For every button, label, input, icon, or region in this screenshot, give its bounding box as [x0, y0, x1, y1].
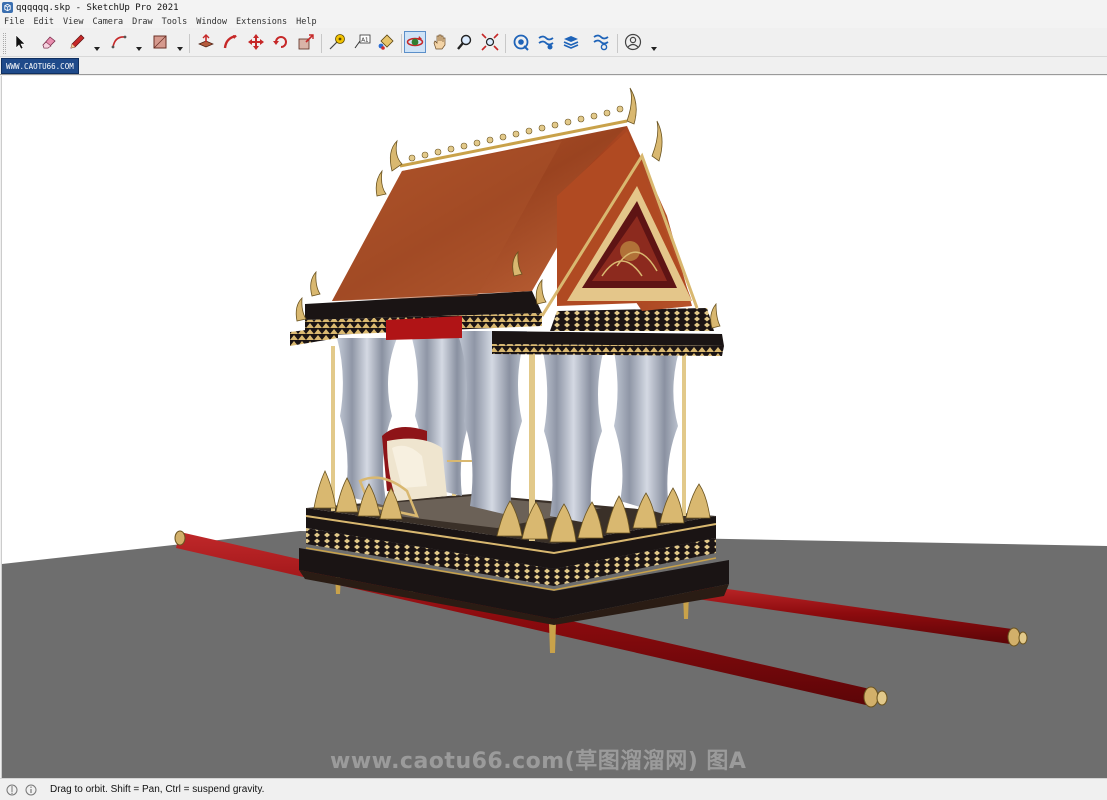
- palanquin-model-render: [2, 87, 1107, 778]
- account-button[interactable]: [622, 31, 644, 53]
- layout-stack-icon: [563, 36, 579, 49]
- window-title: qqqqqq.skp - SketchUp Pro 2021: [16, 2, 179, 13]
- arc-icon: [111, 35, 127, 49]
- info-icon[interactable]: [24, 783, 38, 797]
- tape-measure-tool-button[interactable]: [326, 31, 348, 53]
- push-pull-tool-button[interactable]: [195, 31, 217, 53]
- account-dropdown-chevron-icon[interactable]: [650, 38, 658, 51]
- text-icon: A1: [354, 34, 371, 49]
- pan-hand-icon: [433, 34, 446, 50]
- zoom-extents-tool-button[interactable]: [479, 31, 501, 53]
- text-tool-button[interactable]: A1: [351, 31, 373, 53]
- toolbar-grip[interactable]: [3, 33, 6, 54]
- zoom-tool-button[interactable]: [454, 31, 476, 53]
- arc-dropdown-chevron-icon[interactable]: [135, 38, 143, 51]
- line-dropdown-chevron-icon[interactable]: [93, 38, 101, 51]
- menu-help[interactable]: Help: [296, 17, 316, 27]
- pan-tool-button[interactable]: [429, 31, 451, 53]
- eraser-tool-button[interactable]: [38, 31, 60, 53]
- move-icon: [248, 34, 264, 50]
- line-tool-button[interactable]: [66, 31, 88, 53]
- menu-draw[interactable]: Draw: [132, 17, 152, 27]
- follow-me-icon: [223, 34, 237, 49]
- extension-warehouse-icon: [538, 35, 554, 50]
- status-bar: Drag to orbit. Shift = Pan, Ctrl = suspe…: [0, 778, 1107, 800]
- toolbar-separator: [189, 34, 190, 53]
- main-toolbar: A1: [0, 29, 1107, 58]
- select-tool-button[interactable]: [9, 31, 31, 53]
- title-bar: qqqqqq.skp - SketchUp Pro 2021: [0, 0, 1107, 15]
- toolbar-separator: [401, 34, 402, 53]
- follow-me-tool-button[interactable]: [220, 31, 242, 53]
- pencil-icon: [70, 34, 85, 49]
- paint-bucket-icon: [378, 34, 394, 50]
- move-tool-button[interactable]: [245, 31, 267, 53]
- menu-edit[interactable]: Edit: [33, 17, 53, 27]
- menu-camera[interactable]: Camera: [92, 17, 123, 27]
- zoom-icon: [457, 34, 472, 50]
- paint-bucket-tool-button[interactable]: [375, 31, 397, 53]
- sketchup-window: qqqqqq.skp - SketchUp Pro 2021 File Edit…: [0, 0, 1107, 800]
- status-message: Drag to orbit. Shift = Pan, Ctrl = suspe…: [50, 784, 265, 795]
- drawing-viewport[interactable]: www.caotu66.com(草图溜溜网) 图A: [1, 76, 1107, 778]
- svg-text:A1: A1: [361, 38, 368, 44]
- layout-send-button[interactable]: [560, 31, 582, 53]
- user-account-icon: [624, 33, 642, 51]
- arc-tool-button[interactable]: [108, 31, 130, 53]
- scene-tabs: WWW.CAOTU66.COM: [0, 58, 1107, 75]
- toolbar-separator: [505, 34, 506, 53]
- scene-tab[interactable]: WWW.CAOTU66.COM: [1, 58, 79, 74]
- warehouse-icon: [513, 34, 529, 51]
- orbit-tool-button[interactable]: [404, 31, 426, 53]
- watermark-text: www.caotu66.com(草图溜溜网) 图A: [330, 749, 747, 774]
- scale-icon: [298, 34, 314, 50]
- menu-bar: File Edit View Camera Draw Tools Window …: [0, 15, 1107, 28]
- rectangle-tool-button[interactable]: [149, 31, 171, 53]
- rotate-icon: [273, 36, 287, 48]
- zoom-extents-icon: [481, 33, 499, 51]
- rotate-tool-button[interactable]: [270, 31, 292, 53]
- 3d-warehouse-button[interactable]: [510, 31, 532, 53]
- menu-file[interactable]: File: [4, 17, 24, 27]
- rectangle-dropdown-chevron-icon[interactable]: [176, 38, 184, 51]
- arrow-cursor-icon: [15, 34, 26, 50]
- sketchup-logo-icon: [2, 2, 13, 13]
- toolbar-separator: [321, 34, 322, 53]
- geo-location-icon[interactable]: [5, 783, 19, 797]
- toolbar-separator: [617, 34, 618, 53]
- menu-extensions[interactable]: Extensions: [236, 17, 287, 27]
- push-pull-icon: [198, 34, 214, 48]
- rectangle-icon: [153, 35, 167, 49]
- extension-warehouse-button[interactable]: [535, 31, 557, 53]
- extension-manager-button[interactable]: [590, 31, 612, 53]
- tape-measure-icon: [329, 34, 345, 50]
- eraser-icon: [42, 36, 56, 49]
- orbit-icon: [406, 36, 424, 47]
- extension-manager-icon: [593, 34, 609, 51]
- menu-view[interactable]: View: [63, 17, 83, 27]
- menu-tools[interactable]: Tools: [162, 17, 188, 27]
- scale-tool-button[interactable]: [295, 31, 317, 53]
- menu-window[interactable]: Window: [196, 17, 227, 27]
